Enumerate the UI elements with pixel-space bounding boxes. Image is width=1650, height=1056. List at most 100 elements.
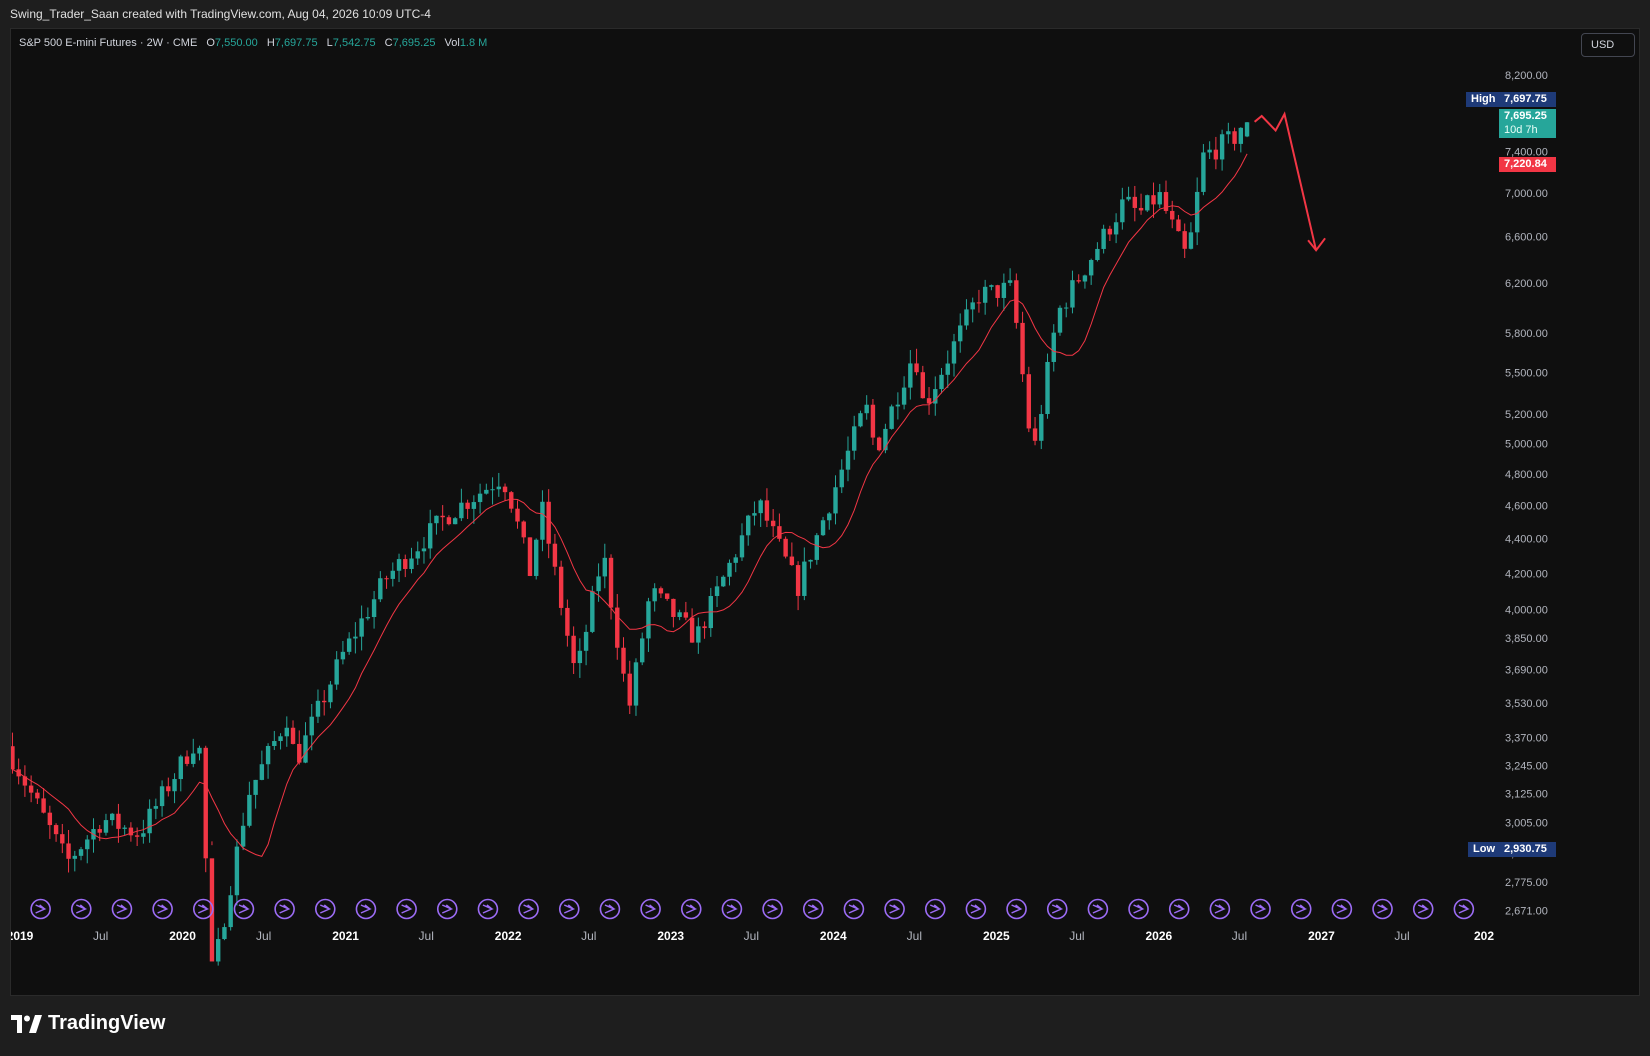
price-tick-label: 5,000.00 — [1505, 438, 1548, 450]
economic-event-icon[interactable] — [884, 898, 905, 920]
candle-body — [515, 508, 520, 522]
economic-event-icon[interactable] — [1046, 898, 1068, 920]
economic-event-icon[interactable] — [599, 898, 621, 920]
time-tick-label: 2023 — [657, 929, 684, 943]
economic-event-icon[interactable] — [721, 898, 743, 920]
candle-body — [1032, 428, 1038, 441]
candle-body — [446, 517, 452, 525]
economic-event-icon[interactable] — [1331, 898, 1353, 920]
event-icon-arrow — [1133, 904, 1145, 914]
candle-body — [159, 786, 165, 807]
economic-event-icon[interactable] — [1128, 898, 1149, 920]
symbol-legend[interactable]: S&P 500 E-mini Futures · 2W · CME O7,550… — [19, 37, 487, 49]
price-tick-label: 5,200.00 — [1505, 409, 1548, 421]
candle-body — [459, 502, 464, 519]
candle-body — [1001, 282, 1007, 298]
event-icon-ring — [274, 898, 295, 920]
price-tick-label: 3,850.00 — [1505, 633, 1548, 645]
economic-event-icon[interactable] — [152, 898, 173, 920]
economic-event-icon[interactable] — [396, 898, 417, 920]
candle-body — [777, 526, 782, 539]
candle-body — [989, 285, 994, 287]
candle-body — [365, 617, 371, 619]
economic-event-icon[interactable] — [436, 898, 458, 920]
event-icon-arrow — [848, 904, 860, 914]
price-tick-label: 3,005.00 — [1505, 818, 1548, 830]
candle-body — [1213, 149, 1219, 160]
candle-body — [914, 363, 919, 373]
economic-event-icon[interactable] — [1412, 898, 1434, 920]
economic-event-icon[interactable] — [1087, 898, 1109, 920]
economic-event-icon[interactable] — [314, 898, 336, 920]
economic-event-icon[interactable] — [1209, 898, 1231, 920]
price-tick-label: 2,671.00 — [1505, 905, 1548, 917]
event-icon-ring — [599, 898, 621, 920]
economic-event-icon[interactable] — [924, 898, 946, 920]
economic-event-icon[interactable] — [355, 898, 377, 920]
candle-body — [471, 502, 477, 509]
moving-average-tag: 7,220.84 — [1499, 157, 1556, 172]
candle-body — [1007, 280, 1013, 283]
candle-body — [839, 469, 844, 488]
economic-event-icon[interactable] — [70, 898, 92, 920]
price-axis[interactable]: 8,200.007,400.007,000.006,600.006,200.00… — [1505, 70, 1548, 918]
economic-event-icon[interactable] — [843, 898, 865, 920]
candle-body — [646, 601, 651, 639]
event-icon-ring — [1453, 898, 1475, 920]
high-value: 7,697.75 — [274, 37, 318, 49]
candle-body — [378, 578, 383, 600]
candle-body — [284, 727, 289, 737]
economic-event-icon[interactable] — [1250, 898, 1271, 920]
symbol-title[interactable]: S&P 500 E-mini Futures · 2W · CME — [19, 37, 197, 49]
economic-event-icon[interactable] — [274, 898, 295, 920]
chart-pane[interactable]: 8,200.00 7,400.00 7,000.00 6,600.00 6,200.00… — [10, 28, 1640, 996]
candle-body — [1014, 280, 1019, 323]
low-value: 7,542.75 — [332, 37, 376, 49]
economic-event-icon[interactable] — [30, 898, 51, 920]
economic-event-icon[interactable] — [558, 898, 580, 920]
economic-event-icon[interactable] — [802, 898, 824, 920]
candle-body — [272, 741, 277, 746]
currency-button[interactable]: USD — [1581, 33, 1635, 57]
candle-body — [982, 286, 988, 303]
candle-body — [1064, 307, 1069, 309]
event-icon-arrow — [1011, 904, 1023, 914]
economic-event-icon[interactable] — [111, 898, 133, 920]
forecast-drawing[interactable] — [1253, 111, 1318, 251]
event-icon-ring — [396, 898, 417, 920]
economic-event-icon[interactable] — [762, 898, 783, 920]
economic-event-icon[interactable] — [1290, 898, 1312, 920]
candle-body — [35, 792, 40, 799]
candle-body — [845, 450, 851, 470]
economic-event-icon[interactable] — [233, 898, 255, 920]
economic-event-icon[interactable] — [965, 898, 987, 920]
event-icon-arrow — [767, 904, 779, 914]
event-icon-arrow — [1173, 904, 1186, 914]
economic-event-icon[interactable] — [640, 898, 661, 920]
price-tick-label: 3,370.00 — [1505, 732, 1548, 744]
price-chart[interactable]: 8,200.007,400.007,000.006,600.006,200.00… — [11, 29, 1640, 996]
time-axis[interactable]: 2019 Jul 2020 Jul 2021 Jul 2022 Jul 2023 Jul 2024 J… — [11, 929, 1494, 943]
economic-event-icon[interactable] — [1453, 898, 1475, 920]
event-icon-arrow — [685, 904, 698, 914]
economic-event-icon[interactable] — [1372, 898, 1393, 920]
candle-body — [1070, 280, 1075, 308]
low-label-tag: Low — [1468, 842, 1500, 857]
economic-event-icon[interactable] — [1006, 898, 1027, 920]
candle-body — [565, 607, 570, 636]
candle-body — [1051, 332, 1056, 362]
candle-body — [278, 736, 283, 742]
candle-body — [122, 827, 127, 829]
event-icon-ring — [30, 898, 51, 920]
event-icon-arrow — [1092, 904, 1104, 914]
economic-event-icon[interactable] — [680, 898, 702, 920]
economic-event-icon[interactable] — [1168, 898, 1190, 920]
event-icon-arrow — [279, 904, 291, 914]
candle-body — [490, 489, 495, 491]
economic-event-icon[interactable] — [518, 898, 539, 920]
event-icon-arrow — [726, 904, 738, 914]
event-icon-ring — [355, 898, 377, 920]
economic-event-icon[interactable] — [477, 898, 499, 920]
candle-body — [191, 753, 196, 764]
candle-body — [870, 404, 876, 438]
